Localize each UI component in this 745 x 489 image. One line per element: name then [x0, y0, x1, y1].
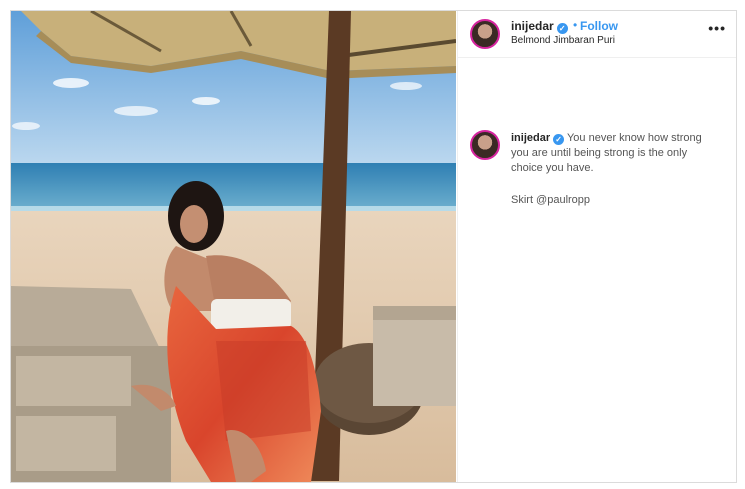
caption-text-block: inijedar ✓ You never know how strong you … — [511, 131, 716, 176]
more-options-icon[interactable]: ••• — [708, 20, 726, 36]
author-avatar[interactable] — [470, 19, 500, 49]
caption-avatar[interactable] — [470, 130, 500, 160]
caption-verified-badge-icon: ✓ — [553, 134, 565, 145]
post-location[interactable]: Belmond Jimbaran Puri — [511, 35, 615, 46]
post-sidebar: inijedar ✓ • Follow Belmond Jimbaran Puri… — [457, 11, 736, 482]
post-photo[interactable] — [11, 11, 456, 482]
caption-mention-line: Skirt @paulropp — [511, 194, 591, 206]
caption-comment: inijedar ✓ You never know how strong you … — [458, 58, 736, 206]
post-header: inijedar ✓ • Follow Belmond Jimbaran Puri… — [458, 11, 736, 58]
beach-photo-image — [11, 11, 456, 482]
separator-dot: • — [573, 18, 578, 32]
verified-badge-icon: ✓ — [556, 23, 568, 34]
instagram-post: inijedar ✓ • Follow Belmond Jimbaran Puri… — [10, 10, 737, 483]
follow-button[interactable]: Follow — [580, 19, 618, 33]
author-username[interactable]: inijedar ✓ — [511, 19, 568, 34]
caption-username[interactable]: inijedar ✓ — [511, 132, 565, 145]
